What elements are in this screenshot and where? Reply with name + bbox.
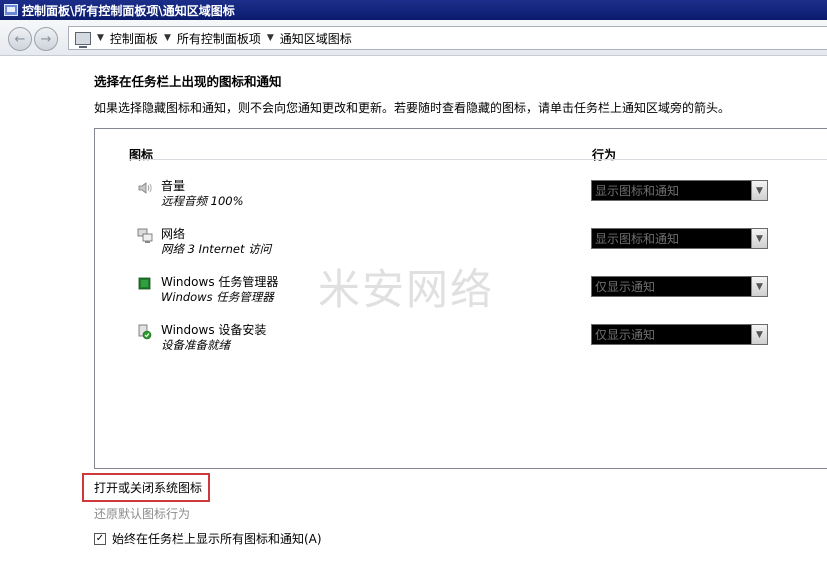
always-show-label: 始终在任务栏上显示所有图标和通知(A) xyxy=(112,532,322,546)
address-bar: ← → ▼ 控制面板 ▼ 所有控制面板项 ▼ 通知区域图标 xyxy=(0,20,827,56)
address-field[interactable]: ▼ 控制面板 ▼ 所有控制面板项 ▼ 通知区域图标 xyxy=(68,26,827,50)
page-heading: 选择在任务栏上出现的图标和通知 xyxy=(94,74,282,89)
behavior-select[interactable]: 显示图标和通知 ▼ xyxy=(591,180,768,201)
list-item: Windows 设备安装 设备准备就绪 仅显示通知 ▼ xyxy=(133,320,827,360)
behavior-select[interactable]: 显示图标和通知 ▼ xyxy=(591,228,768,249)
back-button[interactable]: ← xyxy=(8,27,32,51)
speaker-icon xyxy=(137,180,153,196)
row-name: Windows 设备安装 xyxy=(161,323,267,337)
chevron-down-icon[interactable]: ▼ xyxy=(97,33,104,43)
chevron-down-icon[interactable]: ▼ xyxy=(267,33,274,43)
row-subtitle: 网络 3 Internet 访问 xyxy=(161,242,272,256)
forward-button[interactable]: → xyxy=(34,27,58,51)
row-subtitle: Windows 任务管理器 xyxy=(161,290,274,304)
chevron-down-icon[interactable]: ▼ xyxy=(751,229,767,248)
row-name: Windows 任务管理器 xyxy=(161,275,279,289)
control-panel-window-icon xyxy=(4,4,18,16)
row-subtitle: 远程音频 100% xyxy=(161,194,244,208)
arrow-right-icon: → xyxy=(40,31,52,47)
always-show-option[interactable]: ✓ 始终在任务栏上显示所有图标和通知(A) xyxy=(94,530,322,547)
chevron-down-icon[interactable]: ▼ xyxy=(164,33,171,43)
page-description: 如果选择隐藏图标和通知，则不会向您通知更改和更新。若要随时查看隐藏的图标，请单击… xyxy=(94,101,731,115)
chevron-down-icon[interactable]: ▼ xyxy=(751,181,767,200)
system-icons-link[interactable]: 打开或关闭系统图标 xyxy=(82,473,210,502)
title-bar: 控制面板\所有控制面板项\通知区域图标 xyxy=(0,0,827,20)
row-name: 网络 xyxy=(161,227,186,241)
network-icon xyxy=(137,228,153,244)
row-subtitle: 设备准备就绪 xyxy=(161,338,230,352)
always-show-checkbox[interactable]: ✓ xyxy=(94,532,106,545)
list-item: 音量 远程音频 100% 显示图标和通知 ▼ xyxy=(133,176,827,216)
row-name: 音量 xyxy=(161,179,186,193)
icons-list-panel: 图标 行为 音量 远程音频 100% 显示图标和通知 ▼ 网络 网络 3 Int… xyxy=(94,128,827,469)
task-manager-icon xyxy=(137,276,153,292)
arrow-left-icon: ← xyxy=(14,31,26,47)
window-title: 控制面板\所有控制面板项\通知区域图标 xyxy=(22,3,235,18)
computer-icon xyxy=(75,31,91,48)
header-divider xyxy=(129,159,827,160)
breadcrumb-item[interactable]: 所有控制面板项 xyxy=(177,30,261,47)
column-header-behavior: 行为 xyxy=(592,148,617,162)
list-item: 网络 网络 3 Internet 访问 显示图标和通知 ▼ xyxy=(133,224,827,264)
column-header-icon: 图标 xyxy=(129,148,154,162)
breadcrumb-item[interactable]: 控制面板 xyxy=(110,30,158,47)
chevron-down-icon[interactable]: ▼ xyxy=(751,277,767,296)
restore-default-link[interactable]: 还原默认图标行为 xyxy=(94,505,190,522)
breadcrumb-item[interactable]: 通知区域图标 xyxy=(280,30,352,47)
behavior-select[interactable]: 仅显示通知 ▼ xyxy=(591,324,768,345)
device-install-icon xyxy=(137,324,153,340)
checkmark-icon: ✓ xyxy=(95,532,105,544)
behavior-select[interactable]: 仅显示通知 ▼ xyxy=(591,276,768,297)
list-item: Windows 任务管理器 Windows 任务管理器 仅显示通知 ▼ xyxy=(133,272,827,312)
chevron-down-icon[interactable]: ▼ xyxy=(751,325,767,344)
